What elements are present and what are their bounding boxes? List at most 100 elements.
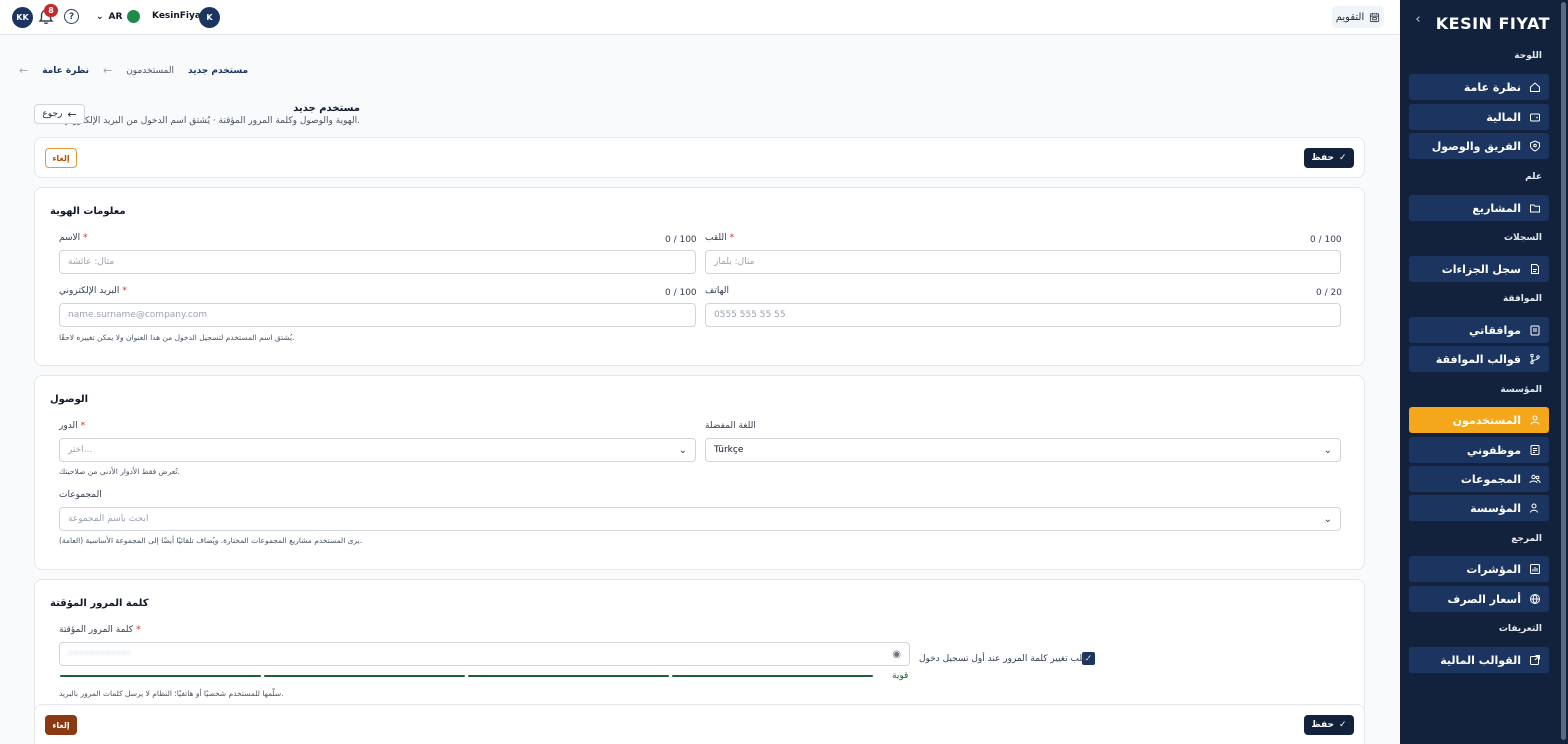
help-icon[interactable]: ? <box>64 9 79 24</box>
sidebar-item-my-approvals[interactable]: موافقاتي <box>1409 317 1549 343</box>
first-name-field[interactable]: مثال: عائشة <box>59 250 696 274</box>
chevron-down-icon: ⌄ <box>96 11 104 22</box>
sidebar-item-label: المشاريع <box>1472 201 1521 215</box>
sidebar-item-label: أسعار الصرف <box>1447 592 1521 606</box>
role-placeholder: اختر... <box>68 445 93 455</box>
password-value: •••••••••••• <box>68 649 132 659</box>
password-title: كلمة المرور المؤقتة <box>50 598 149 609</box>
groups-hint: يرى المستخدم مشاريع المجموعات المختارة. … <box>59 536 363 545</box>
first-name-label: الاسم * <box>59 233 88 243</box>
user-group-icon <box>1530 503 1538 513</box>
sidebar-item-label: قوالب الموافقة <box>1435 352 1521 366</box>
sidebar-item-penalties[interactable]: سجل الجزاءات <box>1409 256 1549 282</box>
breadcrumb-users[interactable]: المستخدمون <box>126 66 174 76</box>
label-text: البريد الإلكتروني <box>59 286 120 296</box>
sidebar-item-users[interactable]: المستخدمون <box>1409 407 1549 433</box>
label-text: الدور <box>59 421 78 431</box>
password-field[interactable]: •••••••••••• ◉ <box>59 642 910 666</box>
sidebar-item-label: نظرة عامة <box>1463 80 1521 94</box>
sidebar-item-exchange-rates[interactable]: أسعار الصرف <box>1409 586 1549 612</box>
required-mark: * <box>83 233 88 243</box>
check-icon: ✓ <box>1339 720 1347 730</box>
email-hint: يُشتق اسم المستخدم لتسجيل الدخول من هذا … <box>59 333 295 342</box>
required-mark: * <box>136 625 141 635</box>
sidebar-item-label: المؤشرات <box>1466 562 1521 576</box>
email-counter: 0 / 100 <box>665 288 697 298</box>
page-subtitle: الهوية والوصول وكلمة المرور المؤقتة · يُ… <box>62 116 360 126</box>
users-icon <box>1529 474 1541 484</box>
cancel-button[interactable]: إلغاء <box>45 148 77 168</box>
email-field[interactable]: name.surname@company.com <box>59 303 696 327</box>
chevron-down-icon: ⌄ <box>678 444 687 456</box>
sidebar-scrollbar[interactable] <box>1561 2 1566 740</box>
chevron-down-icon: ⌄ <box>1323 444 1332 456</box>
groups-select[interactable]: ابحث باسم المجموعة ⌄ <box>59 507 1341 531</box>
phone-counter: 0 / 20 <box>1316 288 1342 298</box>
groups-label: المجموعات <box>59 490 102 500</box>
sidebar-item-label: موظفوني <box>1466 443 1521 457</box>
id-card-icon <box>1530 445 1540 455</box>
action-bar-top: إلغاء حفظ ✓ <box>34 137 1365 178</box>
last-name-label: اللقب * <box>705 233 734 243</box>
strength-segment <box>672 675 873 677</box>
shield-user-icon <box>1530 140 1540 152</box>
sidebar-item-overview[interactable]: نظرة عامة <box>1409 74 1549 100</box>
check-icon: ✓ <box>1339 153 1347 163</box>
notification-badge: 8 <box>44 4 58 17</box>
role-hint: تُعرض فقط الأدوار الأدنى من صلاحيتك. <box>59 467 180 476</box>
git-branch-icon <box>1530 353 1540 365</box>
sidebar-section-reference: المرجع <box>1511 534 1542 544</box>
sidebar-item-approval-templates[interactable]: قوالب الموافقة <box>1409 346 1549 372</box>
sidebar-item-label: القوالب المالية <box>1440 653 1521 667</box>
breadcrumb-overview[interactable]: نظرة عامة <box>42 66 89 76</box>
label-text: الاسم <box>59 233 81 243</box>
sidebar-item-indicators[interactable]: المؤشرات <box>1409 556 1549 582</box>
cancel-button[interactable]: إلغاء <box>45 715 77 735</box>
required-mark: * <box>122 286 127 296</box>
calendar-button[interactable]: التقويم <box>1332 6 1384 28</box>
sidebar-item-institution[interactable]: المؤسسة <box>1409 495 1549 521</box>
language-select[interactable]: Türkçe ⌄ <box>705 438 1341 462</box>
first-name-counter: 0 / 100 <box>665 235 697 245</box>
file-icon <box>1531 264 1539 274</box>
save-button[interactable]: حفظ ✓ <box>1304 715 1354 735</box>
sidebar-item-finance[interactable]: المالية <box>1409 104 1549 130</box>
last-name-counter: 0 / 100 <box>1310 235 1342 245</box>
groups-placeholder: ابحث باسم المجموعة <box>68 514 149 524</box>
user-icon <box>1530 415 1540 425</box>
flag-icon <box>127 10 141 23</box>
home-icon <box>1530 82 1540 92</box>
account-avatar[interactable]: K <box>199 7 220 28</box>
sidebar-item-projects[interactable]: المشاريع <box>1409 195 1549 221</box>
collapse-sidebar-icon[interactable]: ‹ <box>1410 12 1426 28</box>
strength-segment <box>468 675 669 677</box>
sidebar-item-financial-templates[interactable]: القوالب المالية <box>1409 647 1549 673</box>
eye-icon[interactable]: ◉ <box>892 649 901 660</box>
sidebar-item-label: المجموعات <box>1460 472 1521 486</box>
save-label: حفظ <box>1311 720 1335 730</box>
sidebar-section-dashboard: اللوحة <box>1514 51 1542 61</box>
language-selector[interactable]: ⌄ AR <box>96 10 141 23</box>
user-avatar[interactable]: KK <box>12 7 33 28</box>
back-button[interactable]: رجوع ← <box>34 104 85 124</box>
breadcrumb-current: مستخدم جديد <box>188 65 249 76</box>
role-select[interactable]: اختر... ⌄ <box>59 438 696 462</box>
sidebar-item-my-employees[interactable]: موظفوني <box>1409 437 1549 463</box>
password-label: كلمة المرور المؤقتة * <box>59 625 141 635</box>
arrow-left-icon: ← <box>19 64 29 77</box>
sidebar: ‹ KESIN FIYAT اللوحة نظرة عامة المالية ا… <box>1400 0 1568 744</box>
sidebar-section-approval: الموافقة <box>1502 294 1542 304</box>
last-name-field[interactable]: مثال: يلماز <box>705 250 1341 274</box>
sidebar-item-groups[interactable]: المجموعات <box>1409 466 1549 492</box>
phone-field[interactable]: 0555 555 55 55 <box>705 303 1341 327</box>
force-change-label: طلب تغيير كلمة المرور عند أول تسجيل دخول <box>919 654 1090 664</box>
logo: KESIN FIYAT <box>1435 14 1550 33</box>
username: KesinFiyat <box>152 11 206 21</box>
password-hint: سلّمها للمستخدم شخصيًا أو هاتفيًا؛ النظا… <box>59 689 284 698</box>
strength-segment <box>60 675 261 677</box>
identity-title: معلومات الهوية <box>50 206 126 217</box>
save-button[interactable]: حفظ ✓ <box>1304 148 1354 168</box>
chart-icon <box>1530 564 1540 574</box>
sidebar-item-team[interactable]: الفريق والوصول <box>1409 133 1549 159</box>
sidebar-section-records: السجلات <box>1504 233 1542 243</box>
